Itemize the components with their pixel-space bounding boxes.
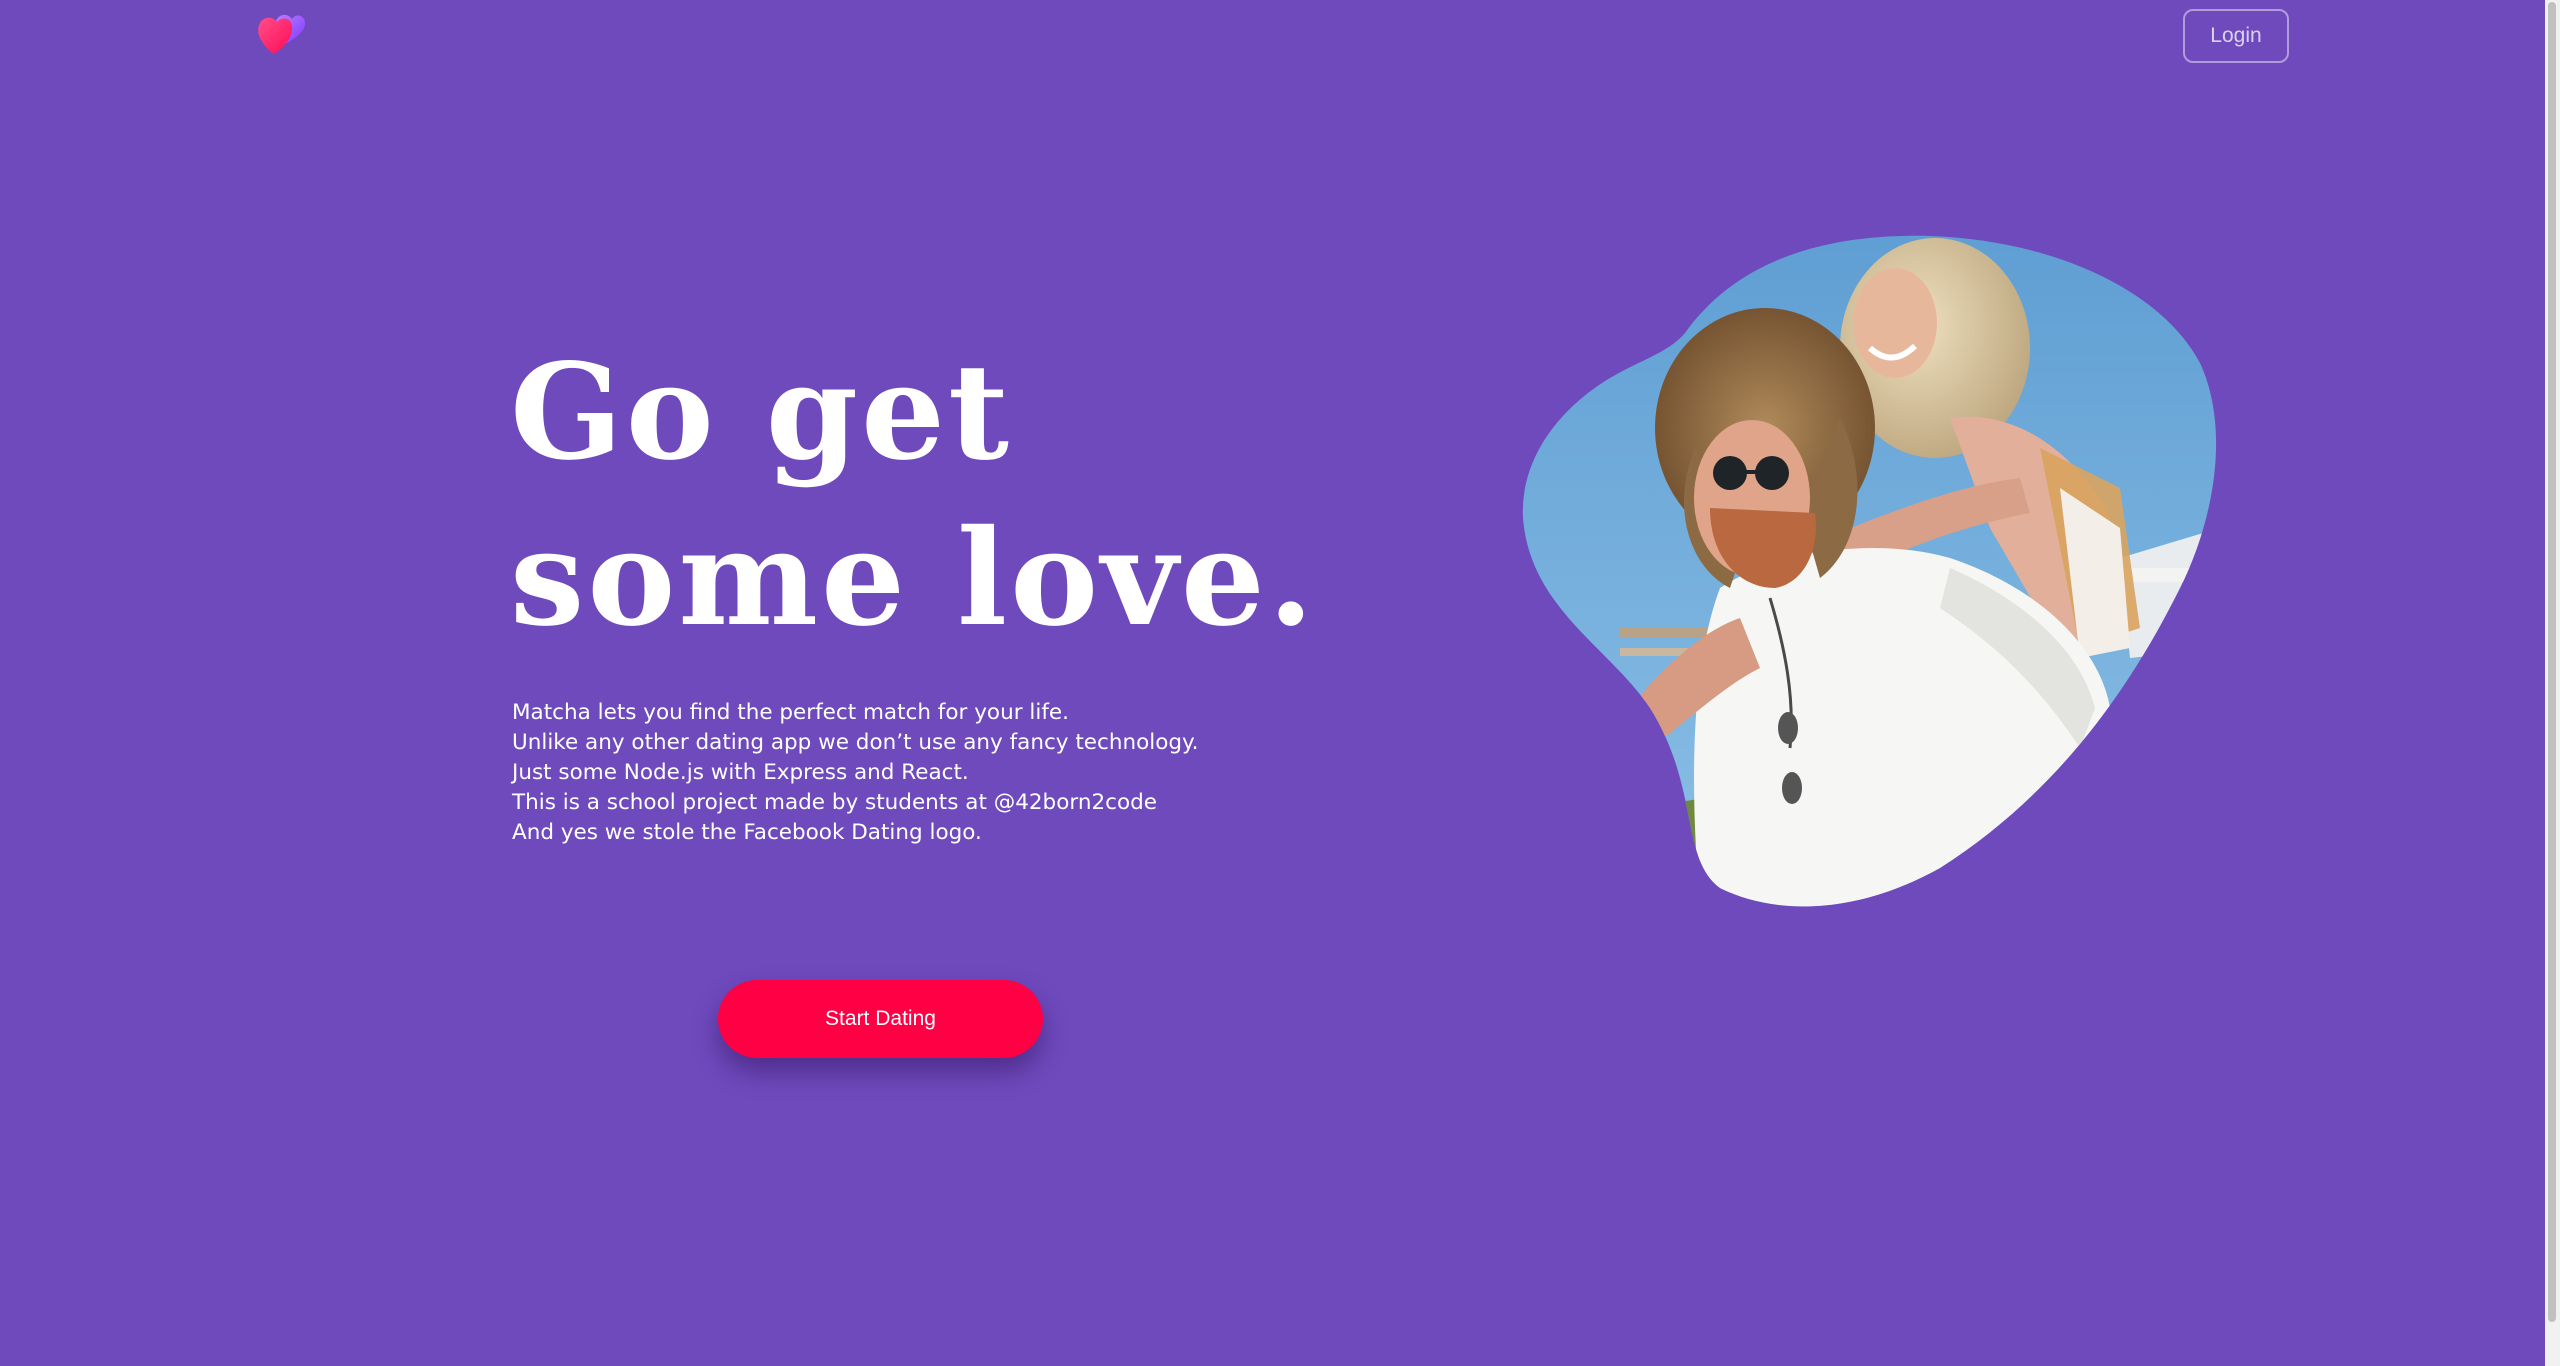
hero-headline: Go get some love. — [510, 330, 1317, 662]
page-scrollbar[interactable] — [2545, 0, 2560, 1366]
description-line: Unlike any other dating app we don’t use… — [512, 730, 1199, 755]
hero-description: Matcha lets you find the perfect match f… — [512, 698, 1199, 848]
description-line: This is a school project made by student… — [512, 790, 1157, 815]
description-line: Matcha lets you find the perfect match f… — [512, 700, 1069, 725]
scrollbar-thumb[interactable] — [2548, 2, 2556, 1322]
start-dating-button[interactable]: Start Dating — [718, 980, 1043, 1058]
couple-photo — [1522, 235, 2217, 907]
description-line: And yes we stole the Facebook Dating log… — [512, 820, 982, 845]
landing-page: Login Go get some love. Matcha lets you … — [0, 0, 2560, 1366]
heart-logo-icon[interactable] — [252, 8, 306, 58]
headline-line-1: Go get — [510, 335, 1012, 490]
login-button[interactable]: Login — [2183, 9, 2289, 63]
headline-line-2: some love. — [510, 501, 1317, 656]
description-line: Just some Node.js with Express and React… — [512, 760, 969, 785]
